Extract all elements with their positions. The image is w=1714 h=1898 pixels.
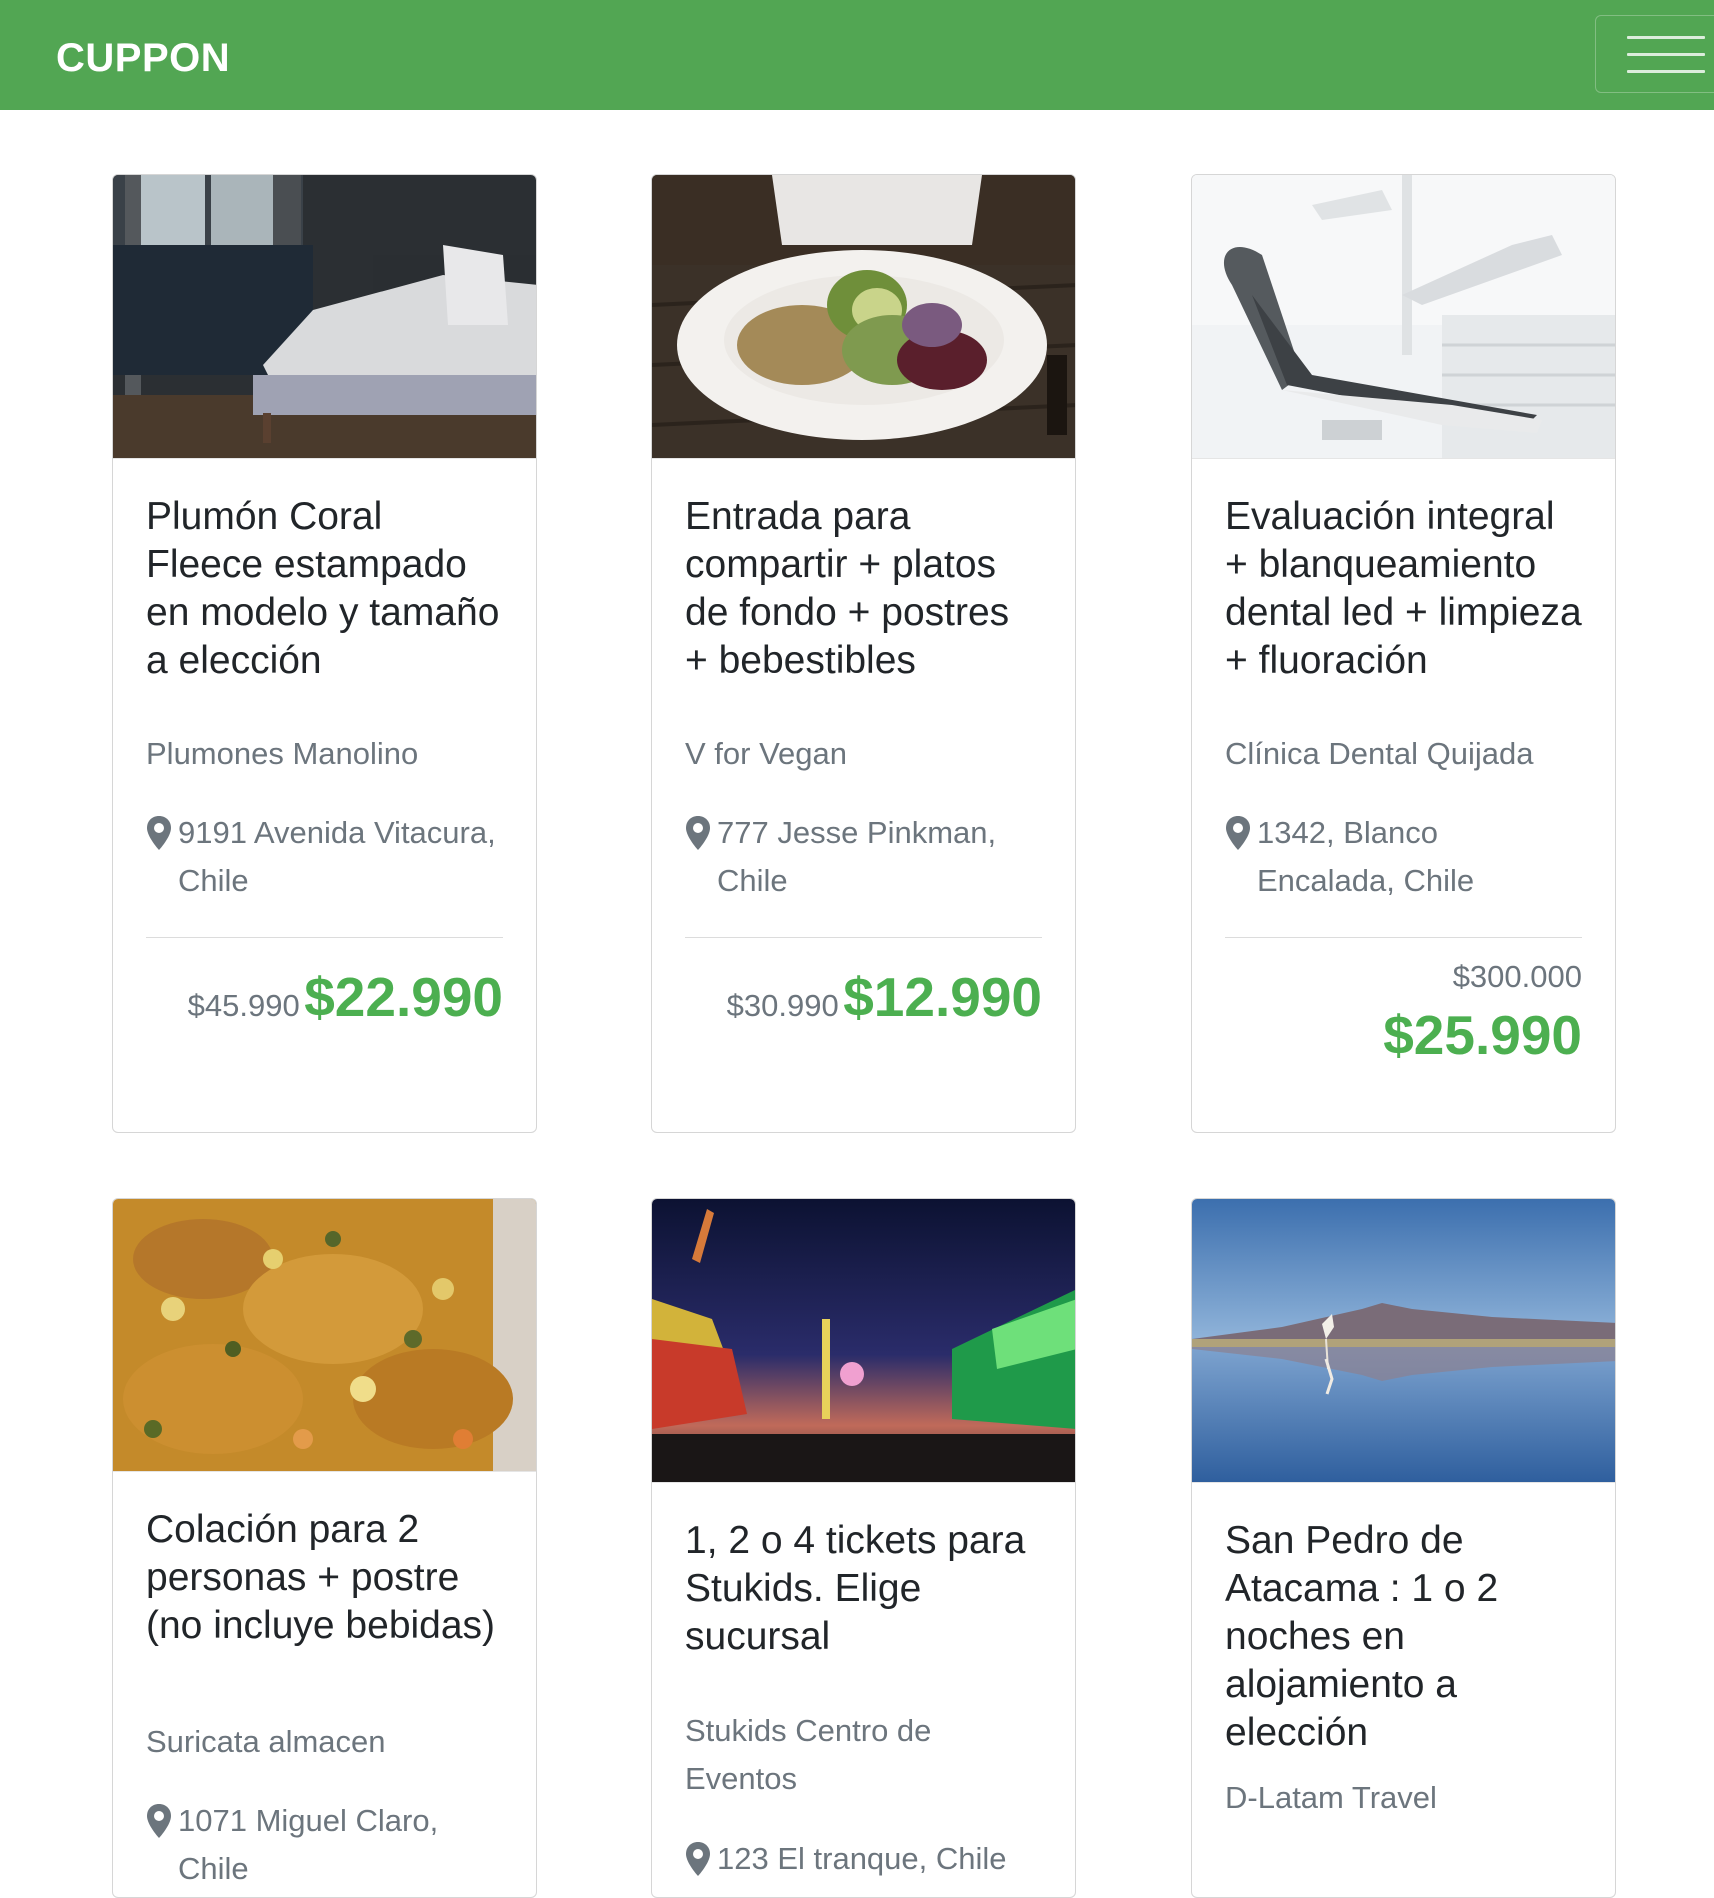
price-row: $30.990 $12.990 bbox=[685, 965, 1042, 1029]
merchant-name: Suricata almacen bbox=[146, 1724, 386, 1759]
location-pin-icon bbox=[147, 816, 171, 850]
original-price: $45.990 bbox=[187, 988, 300, 1023]
price-row: $45.990 $22.990 bbox=[146, 965, 503, 1029]
address-text: 1342, Blanco Encalada, Chile bbox=[1257, 815, 1475, 898]
original-price: $30.990 bbox=[726, 988, 839, 1023]
original-price: $300.000 bbox=[1452, 959, 1582, 994]
navbar: CUPPON bbox=[0, 0, 1714, 110]
merchant-name: V for Vegan bbox=[685, 736, 848, 771]
deal-card[interactable]: Colación para 2 personas + postre (no in… bbox=[112, 1198, 537, 1898]
discount-price: $12.990 bbox=[843, 966, 1042, 1028]
deal-card[interactable]: San Pedro de Atacama : 1 o 2 noches en a… bbox=[1191, 1198, 1616, 1898]
deal-address: 123 El tranque, Chile bbox=[685, 1835, 1042, 1883]
deal-address: 777 Jesse Pinkman, Chile bbox=[685, 809, 1042, 905]
merchant-name: D-Latam Travel bbox=[1225, 1780, 1437, 1815]
brand-logo[interactable]: CUPPON bbox=[56, 34, 230, 82]
location-pin-icon bbox=[686, 816, 710, 850]
merchant-name: Clínica Dental Quijada bbox=[1225, 736, 1534, 771]
location-pin-icon bbox=[686, 1842, 710, 1876]
address-text: 123 El tranque, Chile bbox=[717, 1841, 1007, 1876]
deal-card[interactable]: 1, 2 o 4 tickets para Stukids. Elige suc… bbox=[651, 1198, 1076, 1898]
merchant-name: Plumones Manolino bbox=[146, 736, 419, 771]
card-divider bbox=[146, 937, 503, 938]
deal-address: 9191 Avenida Vitacura, Chile bbox=[146, 809, 503, 905]
address-text: 777 Jesse Pinkman, Chile bbox=[717, 815, 997, 898]
price-row: $300.000 $25.990 bbox=[1225, 955, 1582, 1067]
menu-toggle-button[interactable] bbox=[1595, 15, 1714, 93]
deal-address: 1071 Miguel Claro, Chile bbox=[146, 1797, 503, 1893]
address-text: 9191 Avenida Vitacura, Chile bbox=[178, 815, 496, 898]
card-divider bbox=[1225, 937, 1582, 938]
discount-price: $25.990 bbox=[1383, 1004, 1582, 1066]
discount-price: $22.990 bbox=[304, 966, 503, 1028]
address-text: 1071 Miguel Claro, Chile bbox=[178, 1803, 439, 1886]
merchant-name: Stukids Centro de Eventos bbox=[685, 1713, 932, 1796]
deal-card[interactable]: Evaluación integral + blanqueamiento den… bbox=[1191, 174, 1616, 1133]
location-pin-icon bbox=[147, 1804, 171, 1838]
deal-address: 1342, Blanco Encalada, Chile bbox=[1225, 809, 1582, 905]
deal-card[interactable]: Plumón Coral Fleece estampado en modelo … bbox=[112, 174, 537, 1133]
location-pin-icon bbox=[1226, 816, 1250, 850]
card-divider bbox=[685, 937, 1042, 938]
deal-card[interactable]: Entrada para compartir + platos de fondo… bbox=[651, 174, 1076, 1133]
